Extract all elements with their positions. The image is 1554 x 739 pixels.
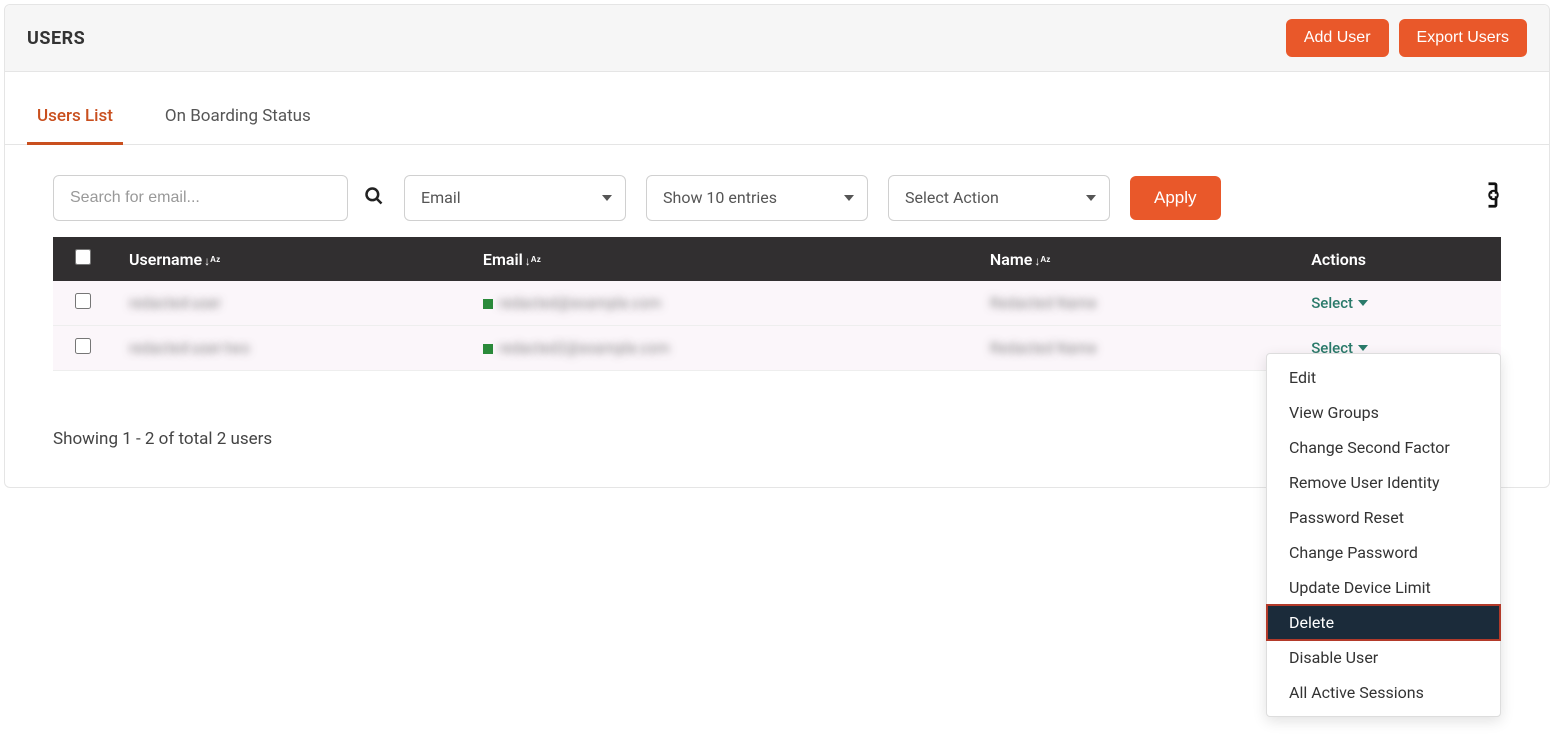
users-card: USERS Add User Export Users Users List O… bbox=[4, 4, 1550, 488]
col-email[interactable]: Email↓ᴬᶻ bbox=[467, 237, 974, 281]
dropdown-item-remove-user-identity[interactable]: Remove User Identity bbox=[1267, 465, 1500, 500]
select-all-checkbox[interactable] bbox=[75, 249, 91, 265]
col-name-label: Name bbox=[990, 250, 1032, 269]
tab-bar: Users List On Boarding Status bbox=[5, 92, 1549, 145]
sort-icon: ↓ᴬᶻ bbox=[1034, 254, 1050, 268]
cell-username: redacted-user bbox=[129, 294, 221, 312]
filter-by-select-wrap: Email bbox=[404, 175, 626, 221]
col-actions-label: Actions bbox=[1311, 250, 1366, 269]
search-icon[interactable] bbox=[364, 186, 384, 211]
caret-down-icon bbox=[1358, 300, 1368, 306]
cell-username: redacted-user-two bbox=[129, 339, 250, 357]
col-email-label: Email bbox=[483, 250, 523, 269]
bulk-action-select[interactable]: Select Action bbox=[888, 175, 1110, 221]
cell-name: Redacted Name bbox=[990, 339, 1097, 357]
dropdown-item-update-device-limit[interactable]: Update Device Limit bbox=[1267, 570, 1500, 605]
row-action-label: Select bbox=[1311, 294, 1353, 312]
col-username[interactable]: Username↓ᴬᶻ bbox=[113, 237, 467, 281]
dropdown-item-password-reset[interactable]: Password Reset bbox=[1267, 500, 1500, 535]
status-dot-icon bbox=[483, 344, 493, 354]
table-row: redacted-user redacted@example.com Redac… bbox=[53, 281, 1501, 326]
cell-name: Redacted Name bbox=[990, 294, 1097, 312]
filter-by-select[interactable]: Email bbox=[404, 175, 626, 221]
col-username-label: Username bbox=[129, 250, 202, 269]
dropdown-item-edit[interactable]: Edit bbox=[1267, 360, 1500, 395]
sort-icon: ↓ᴬᶻ bbox=[525, 254, 541, 268]
cell-email: redacted2@example.com bbox=[499, 339, 670, 357]
row-checkbox[interactable] bbox=[75, 293, 91, 309]
page-size-select-wrap: Show 10 entries bbox=[646, 175, 868, 221]
table-container: Username↓ᴬᶻ Email↓ᴬᶻ Name↓ᴬᶻ Actions bbox=[5, 237, 1549, 395]
cell-email: redacted@example.com bbox=[499, 294, 661, 312]
export-users-button[interactable]: Export Users bbox=[1399, 19, 1527, 57]
tab-users-list[interactable]: Users List bbox=[27, 92, 123, 145]
select-all-header bbox=[53, 237, 113, 281]
caret-down-icon bbox=[1358, 345, 1368, 351]
search-input[interactable] bbox=[53, 175, 348, 221]
apply-button[interactable]: Apply bbox=[1130, 176, 1221, 220]
row-action-dropdown: EditView GroupsChange Second FactorRemov… bbox=[1266, 353, 1501, 717]
page-size-select[interactable]: Show 10 entries bbox=[646, 175, 868, 221]
results-count: Showing 1 - 2 of total 2 users bbox=[53, 429, 272, 449]
row-action-select[interactable]: Select bbox=[1311, 294, 1368, 312]
header-buttons: Add User Export Users bbox=[1286, 19, 1527, 57]
dropdown-item-disable-user[interactable]: Disable User bbox=[1267, 640, 1500, 675]
tab-onboarding-status[interactable]: On Boarding Status bbox=[155, 92, 321, 145]
page-title: USERS bbox=[27, 28, 85, 49]
filter-bar: Email Show 10 entries Select Action Appl… bbox=[5, 145, 1549, 237]
users-table: Username↓ᴬᶻ Email↓ᴬᶻ Name↓ᴬᶻ Actions bbox=[53, 237, 1501, 371]
col-actions: Actions bbox=[1295, 237, 1501, 281]
row-checkbox[interactable] bbox=[75, 338, 91, 354]
table-header-row: Username↓ᴬᶻ Email↓ᴬᶻ Name↓ᴬᶻ Actions bbox=[53, 237, 1501, 281]
dropdown-item-change-password[interactable]: Change Password bbox=[1267, 535, 1500, 570]
bulk-action-select-wrap: Select Action bbox=[888, 175, 1110, 221]
search-wrap bbox=[53, 175, 384, 221]
col-name[interactable]: Name↓ᴬᶻ bbox=[974, 237, 1295, 281]
add-user-button[interactable]: Add User bbox=[1286, 19, 1389, 57]
dropdown-item-view-groups[interactable]: View Groups bbox=[1267, 395, 1500, 430]
status-dot-icon bbox=[483, 299, 493, 309]
dropdown-item-all-active-sessions[interactable]: All Active Sessions bbox=[1267, 675, 1500, 710]
import-icon[interactable] bbox=[1471, 180, 1501, 217]
sort-icon: ↓ᴬᶻ bbox=[204, 254, 220, 268]
dropdown-item-delete[interactable]: Delete bbox=[1267, 605, 1500, 640]
dropdown-item-change-second-factor[interactable]: Change Second Factor bbox=[1267, 430, 1500, 465]
card-header: USERS Add User Export Users bbox=[5, 5, 1549, 72]
